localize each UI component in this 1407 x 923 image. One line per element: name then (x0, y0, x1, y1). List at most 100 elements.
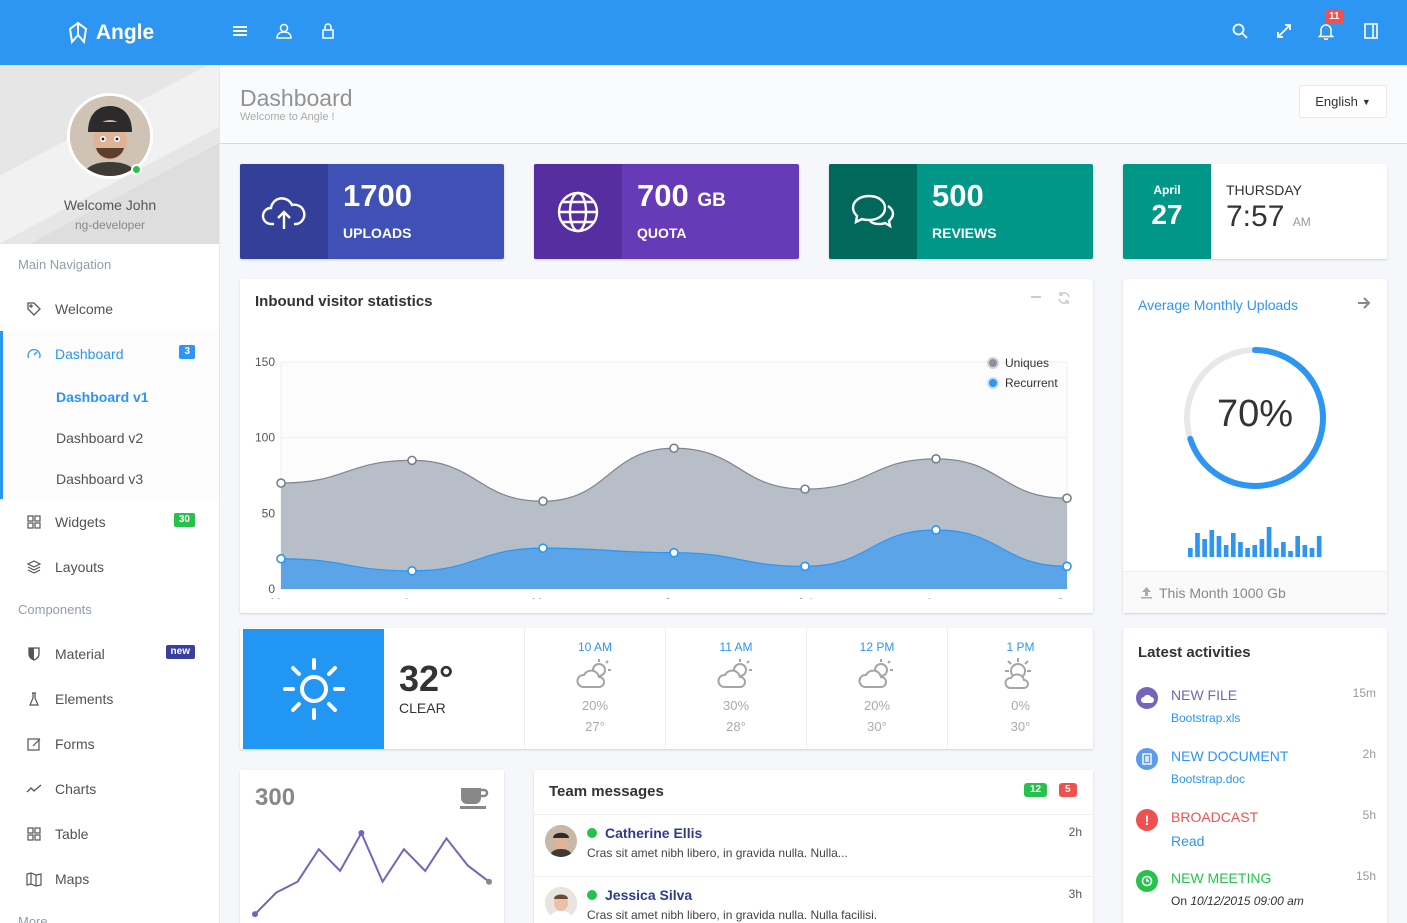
sidebar-item-charts[interactable]: Charts (0, 766, 219, 811)
activity-subtitle[interactable]: Read (1171, 833, 1204, 849)
brand-logo[interactable]: Angle (0, 0, 220, 65)
sidebar-item-material[interactable]: Material new (0, 631, 219, 676)
lock-icon[interactable] (319, 22, 339, 42)
forecast-temp: 28° (726, 719, 746, 734)
bell-icon[interactable] (1317, 22, 1337, 42)
sidebar-item-maps[interactable]: Maps (0, 856, 219, 901)
bubbles-icon (829, 164, 917, 259)
sidebar-toggle-icon[interactable] (1362, 22, 1382, 42)
sidebar-item-elements[interactable]: Elements (0, 676, 219, 721)
spark-bar (1259, 539, 1265, 557)
sidebar-item-label: Dashboard (55, 345, 124, 362)
quota-label: QUOTA (637, 225, 687, 241)
legend-uniques-swatch (987, 357, 999, 369)
page-header: Dashboard Welcome to Angle ! English ▼ (220, 65, 1407, 144)
legend-recurrent-label: Recurrent (1005, 376, 1058, 390)
list-item[interactable]: ! BROADCAST Read 5h (1123, 804, 1386, 865)
sidebar-item-widgets[interactable]: Widgets 30 (0, 499, 219, 544)
cloudy-day-icon (858, 659, 893, 688)
mini-line (254, 830, 490, 915)
data-point (276, 553, 286, 564)
forecast-time: 10 AM (577, 640, 613, 654)
data-point (931, 525, 941, 535)
forecast-precip: 20% (863, 698, 891, 713)
search-icon[interactable] (1231, 22, 1251, 42)
date-day: 27 (1151, 199, 1183, 230)
user-icon[interactable] (275, 22, 295, 42)
spark-bar (1302, 545, 1308, 557)
uploads-label: UPLOADS (343, 225, 412, 241)
sidebar-item-label: Elements (55, 690, 114, 707)
message-sender[interactable]: Jessica Silva (605, 887, 692, 903)
gauge-title[interactable]: Average Monthly Uploads (1138, 297, 1298, 313)
spark-bar (1230, 533, 1236, 557)
forecast-hour: 12 PM 20% 30° (806, 628, 947, 748)
visitor-chart-title: Inbound visitor statistics (255, 293, 433, 310)
uploads-value: 1700 (343, 178, 412, 213)
list-item[interactable]: NEW DOCUMENT Bootstrap.doc 2h (1123, 743, 1386, 804)
arrow-right-icon[interactable] (1357, 296, 1371, 310)
graph-icon (26, 784, 42, 793)
visitor-area-chart: 150 100 50 0Mar Apr May Jun Jul Aug Sep (255, 355, 1078, 599)
sidebar-item-table[interactable]: Table (0, 811, 219, 856)
spark-bar (1252, 545, 1258, 557)
legend-uniques[interactable]: Uniques (987, 356, 1049, 370)
forecast-time: 1 PM (1006, 640, 1035, 654)
exclamation-icon: ! (1136, 809, 1158, 831)
message-text: Cras sit amet nibh libero, in gravida nu… (587, 846, 848, 860)
activity-subtitle[interactable]: Bootstrap.doc (1171, 772, 1245, 786)
list-item[interactable]: NEW FILE Bootstrap.xls 15m (1123, 682, 1386, 743)
online-status-dot (587, 890, 597, 900)
forecast-precip: 0% (1011, 698, 1030, 713)
team-messages-title: Team messages (549, 783, 664, 800)
data-point (276, 478, 286, 488)
angle-logo-icon (68, 21, 87, 44)
sidebar-subitem-dashboard-v2[interactable]: Dashboard v2 (0, 417, 219, 458)
weather-card: 32° CLEAR 10 AM 20% 27° 11 AM 30% 28° 12… (240, 628, 1093, 749)
activity-subtitle[interactable]: Bootstrap.xls (1171, 711, 1240, 725)
clock-ampm: AM (1292, 215, 1311, 229)
spark-bar (1266, 527, 1272, 557)
sidebar: Welcome John ng-developer Main Navigatio… (0, 65, 220, 923)
date-time-widget: April 27 THURSDAY 7:57 AM (1123, 164, 1387, 259)
uploads-stat-card: 1700 UPLOADS (240, 164, 504, 259)
note-icon (27, 738, 41, 751)
material-new-badge: new (165, 645, 195, 659)
sidebar-item-welcome[interactable]: Welcome (0, 286, 219, 331)
date-block: April 27 (1123, 164, 1211, 259)
minimize-icon[interactable] (1030, 291, 1042, 303)
list-item[interactable]: NEW MEETING On 10/12/2015 09:00 am 15h (1123, 865, 1386, 923)
list-item[interactable]: Jessica Silva Cras sit amet nibh libero,… (534, 876, 1092, 923)
sidebar-item-label: Forms (55, 735, 95, 752)
sidebar-subitem-dashboard-v1[interactable]: Dashboard v1 (0, 376, 219, 417)
cloudy-day-icon (576, 659, 611, 688)
message-sender[interactable]: Catherine Ellis (605, 825, 702, 841)
fullscreen-icon[interactable] (1275, 22, 1295, 42)
mini-line-chart (252, 830, 492, 918)
sidebar-item-layouts[interactable]: Layouts (0, 544, 219, 589)
legend-recurrent[interactable]: Recurrent (987, 376, 1058, 390)
avatar (545, 887, 577, 919)
spark-bar (1216, 536, 1222, 557)
sidebar-item-dashboard[interactable]: Dashboard 3 (0, 331, 219, 376)
caret-down-icon: ▼ (1361, 96, 1371, 107)
activity-time: 15m (1352, 686, 1376, 700)
list-item[interactable]: Catherine Ellis Cras sit amet nibh liber… (534, 814, 1092, 876)
language-dropdown[interactable]: English ▼ (1299, 85, 1387, 118)
mini-point (252, 911, 258, 918)
x-tick-label: Jun (664, 596, 683, 599)
globe-icon (534, 164, 622, 259)
cloud-upload-icon (1136, 687, 1158, 709)
refresh-icon[interactable] (1057, 291, 1071, 305)
spark-bar (1223, 545, 1229, 557)
nav-heading-main: Main Navigation (18, 257, 112, 272)
menu-toggle-icon[interactable] (231, 22, 251, 42)
team-messages-card: Team messages 12 5 Catherine Ellis Cras … (534, 770, 1093, 923)
activity-time: 15h (1355, 869, 1376, 883)
map-icon (26, 872, 42, 887)
sidebar-subitem-dashboard-v3[interactable]: Dashboard v3 (0, 458, 219, 499)
data-point (800, 484, 810, 494)
messages-count-green: 12 (1024, 783, 1048, 797)
sidebar-item-forms[interactable]: Forms (0, 721, 219, 766)
legend-recurrent-swatch (987, 377, 999, 389)
